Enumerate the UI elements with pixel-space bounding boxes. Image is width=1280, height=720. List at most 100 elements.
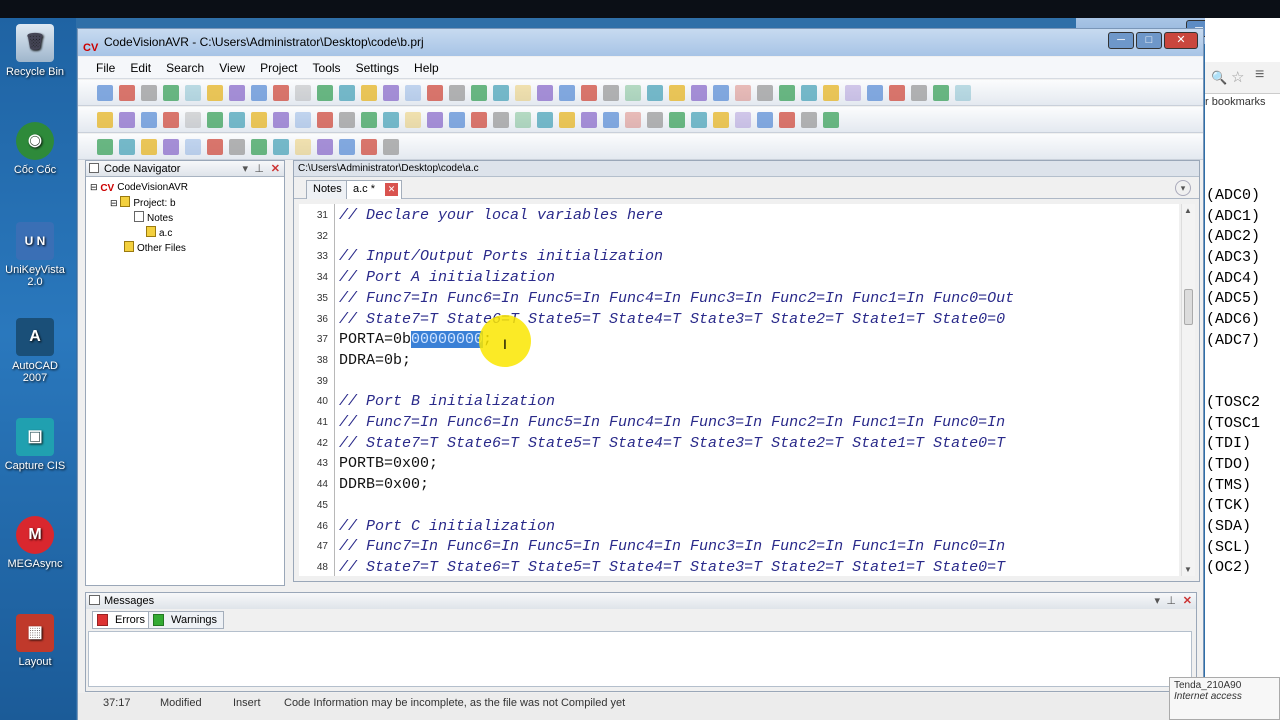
close-panel-icon[interactable]: ✕	[271, 161, 280, 177]
toolbar-button-icon[interactable]	[471, 85, 487, 101]
toolbar-button-icon[interactable]	[691, 112, 707, 128]
toolbar-button-icon[interactable]	[361, 112, 377, 128]
close-button[interactable]: ✕	[1164, 32, 1198, 49]
toolbar-button-icon[interactable]	[339, 139, 355, 155]
chevron-down-icon[interactable]: ▾	[242, 161, 248, 177]
toolbar-button-icon[interactable]	[823, 112, 839, 128]
toolbar-button-icon[interactable]	[603, 85, 619, 101]
minimize-button[interactable]: ─	[1108, 32, 1134, 49]
toolbar-button-icon[interactable]	[449, 112, 465, 128]
toolbar-button-icon[interactable]	[383, 85, 399, 101]
toolbar-button-icon[interactable]	[603, 112, 619, 128]
toolbar-button-icon[interactable]	[317, 85, 333, 101]
toolbar-button-icon[interactable]	[537, 112, 553, 128]
toolbar-button-icon[interactable]	[273, 112, 289, 128]
toolbar-button-icon[interactable]	[405, 85, 421, 101]
toolbar-button-icon[interactable]	[119, 112, 135, 128]
close-tab-icon[interactable]: ✕	[385, 183, 399, 196]
toolbar-button-icon[interactable]	[295, 85, 311, 101]
toolbar-button-icon[interactable]	[515, 85, 531, 101]
toolbar-button-icon[interactable]	[537, 85, 553, 101]
toolbar-button-icon[interactable]	[801, 112, 817, 128]
toolbar-button-icon[interactable]	[163, 112, 179, 128]
menu-settings[interactable]: Settings	[350, 57, 405, 79]
toolbar-button-icon[interactable]	[207, 85, 223, 101]
toolbar-button-icon[interactable]	[669, 112, 685, 128]
tree-item-notes[interactable]: Notes	[134, 211, 173, 225]
toolbar-button-icon[interactable]	[119, 85, 135, 101]
toolbar-button-icon[interactable]	[691, 85, 707, 101]
toolbar-button-icon[interactable]	[471, 112, 487, 128]
toolbar-button-icon[interactable]	[141, 85, 157, 101]
desktop-icon-autocad[interactable]: A AutoCAD 2007	[0, 318, 70, 384]
toolbar-button-icon[interactable]	[361, 85, 377, 101]
desktop-icon-recycle-bin[interactable]: 🗑 Recycle Bin	[0, 24, 70, 78]
toolbar-button-icon[interactable]	[251, 85, 267, 101]
menu-project[interactable]: Project	[254, 57, 303, 79]
toolbar-button-icon[interactable]	[273, 85, 289, 101]
toolbar-button-icon[interactable]	[229, 112, 245, 128]
toolbar-button-icon[interactable]	[493, 112, 509, 128]
vertical-scrollbar[interactable]: ▲ ▼	[1181, 204, 1195, 576]
toolbar-button-icon[interactable]	[427, 85, 443, 101]
toolbar-button-icon[interactable]	[207, 112, 223, 128]
tab-a-c[interactable]: a.c * ✕	[346, 180, 403, 199]
chevron-down-icon[interactable]: ▾	[1154, 593, 1160, 609]
toolbar-button-icon[interactable]	[581, 85, 597, 101]
toolbar-button-icon[interactable]	[317, 139, 333, 155]
scroll-thumb[interactable]	[1184, 289, 1193, 325]
toolbar-button-icon[interactable]	[119, 139, 135, 155]
toolbar-button-icon[interactable]	[735, 112, 751, 128]
toolbar-button-icon[interactable]	[867, 85, 883, 101]
toolbar-button-icon[interactable]	[361, 139, 377, 155]
toolbar-button-icon[interactable]	[823, 85, 839, 101]
toolbar-button-icon[interactable]	[141, 112, 157, 128]
scroll-up-icon[interactable]: ▲	[1184, 206, 1192, 215]
toolbar-button-icon[interactable]	[801, 85, 817, 101]
scroll-down-icon[interactable]: ▼	[1184, 565, 1192, 574]
desktop-icon-unikey[interactable]: U N UniKeyVista 2.0	[0, 222, 70, 288]
menu-view[interactable]: View	[213, 57, 251, 79]
toolbar-button-icon[interactable]	[889, 85, 905, 101]
toolbar-button-icon[interactable]	[625, 112, 641, 128]
toolbar-button-icon[interactable]	[449, 85, 465, 101]
pin-icon[interactable]: ⊥	[254, 161, 264, 177]
search-icon[interactable]: 🔍	[1211, 70, 1227, 86]
menu-file[interactable]: File	[90, 57, 121, 79]
star-icon[interactable]: ☆	[1231, 68, 1244, 86]
toolbar-button-icon[interactable]	[295, 139, 311, 155]
toolbar-button-icon[interactable]	[933, 85, 949, 101]
toolbar-button-icon[interactable]	[251, 139, 267, 155]
toolbar-button-icon[interactable]	[273, 139, 289, 155]
close-messages-icon[interactable]: ✕	[1183, 593, 1192, 609]
toolbar-button-icon[interactable]	[339, 112, 355, 128]
messages-list[interactable]	[88, 631, 1192, 687]
desktop-icon-megasync[interactable]: M MEGAsync	[0, 516, 70, 570]
tab-warnings[interactable]: Warnings	[148, 611, 225, 629]
toolbar-button-icon[interactable]	[317, 112, 333, 128]
tab-notes[interactable]: Notes	[306, 180, 349, 199]
toolbar-button-icon[interactable]	[229, 139, 245, 155]
toolbar-button-icon[interactable]	[515, 112, 531, 128]
tab-errors[interactable]: Errors	[92, 611, 152, 629]
tree-item-project[interactable]: ⊟ Project: b	[110, 196, 176, 210]
toolbar-button-icon[interactable]	[625, 85, 641, 101]
toolbar-button-icon[interactable]	[97, 139, 113, 155]
toolbar-button-icon[interactable]	[141, 139, 157, 155]
toolbar-button-icon[interactable]	[185, 112, 201, 128]
toolbar-button-icon[interactable]	[493, 85, 509, 101]
desktop-icon-coccoc[interactable]: ◉ Cốc Cốc	[0, 122, 70, 176]
toolbar-button-icon[interactable]	[955, 85, 971, 101]
toolbar-button-icon[interactable]	[713, 85, 729, 101]
toolbar-button-icon[interactable]	[383, 112, 399, 128]
toolbar-button-icon[interactable]	[647, 112, 663, 128]
toolbar-button-icon[interactable]	[185, 139, 201, 155]
menu-search[interactable]: Search	[160, 57, 210, 79]
tree-item-other-files[interactable]: Other Files	[124, 241, 186, 255]
toolbar-button-icon[interactable]	[405, 112, 421, 128]
tab-list-icon[interactable]: ▾	[1175, 180, 1191, 196]
desktop-icon-layout[interactable]: ▦ Layout	[0, 614, 70, 668]
toolbar-button-icon[interactable]	[251, 112, 267, 128]
toolbar-button-icon[interactable]	[339, 85, 355, 101]
menu-icon[interactable]: ≡	[1255, 66, 1264, 84]
